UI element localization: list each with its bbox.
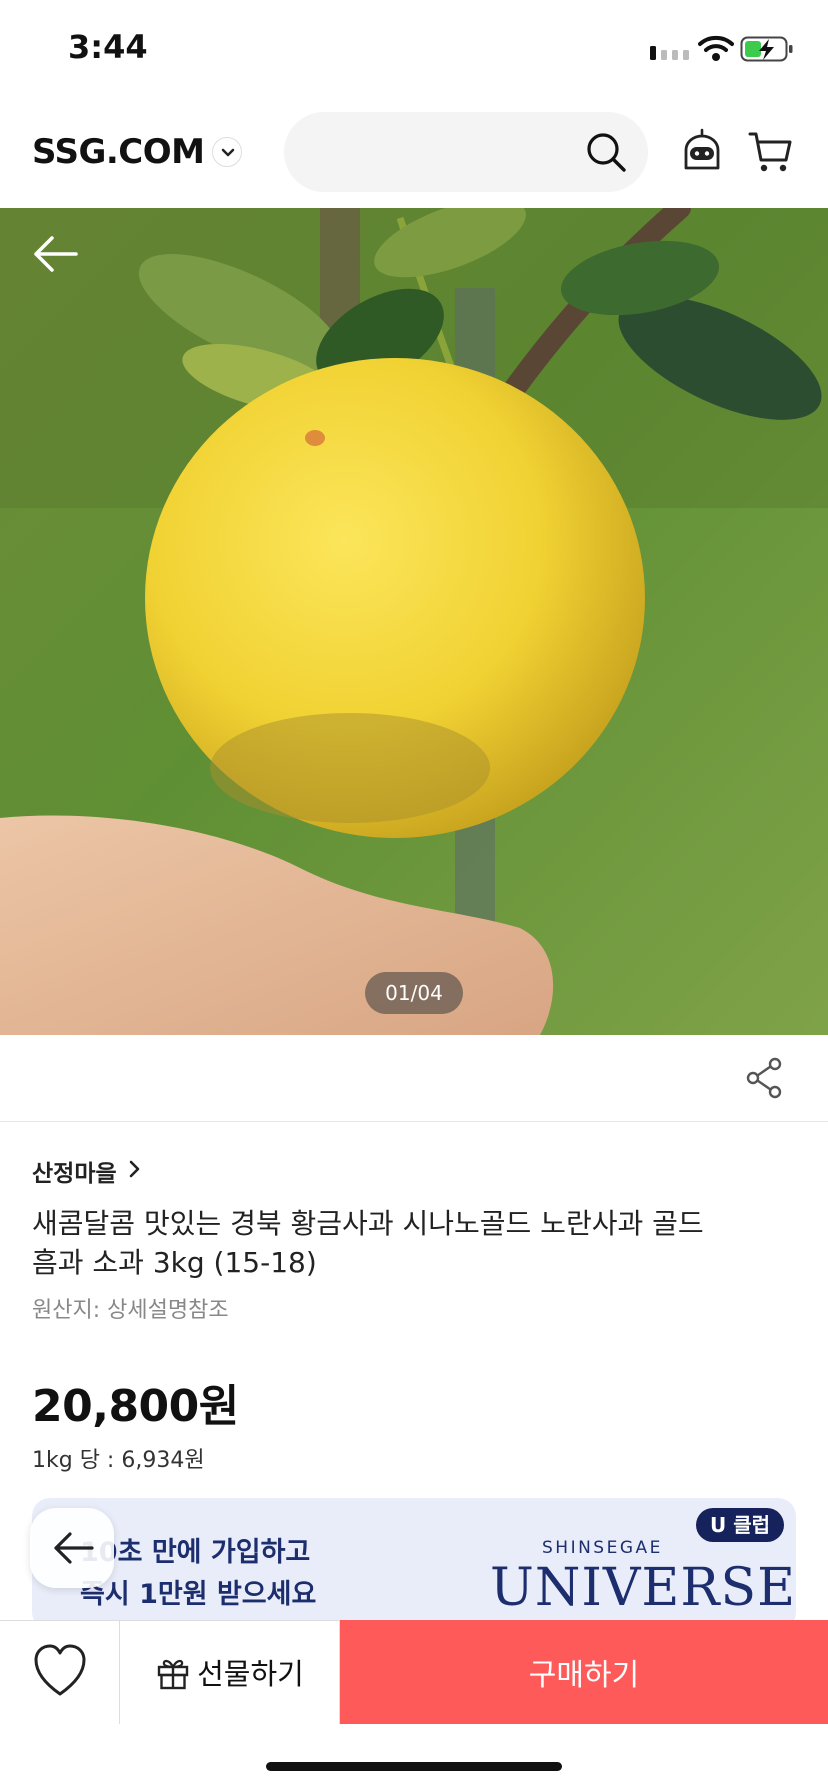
banner-line-2: 즉시 1만원 받으세요 <box>80 1579 317 1610</box>
cellular-signal-icon <box>650 46 689 60</box>
heart-icon <box>34 1644 86 1696</box>
product-title: 새콤달콤 맛있는 경북 황금사과 시나노골드 노란사과 골드 흠과 소과 3kg… <box>32 1207 704 1279</box>
share-icon[interactable] <box>744 1056 784 1100</box>
back-arrow-icon[interactable] <box>32 232 80 276</box>
product-origin: 원산지: 상세설명참조 <box>32 1298 229 1323</box>
buy-button[interactable]: 구매하기 <box>340 1620 828 1724</box>
gift-icon <box>157 1659 189 1690</box>
status-time: 3:44 <box>68 28 148 66</box>
brand-link[interactable]: 산정마을 <box>32 1154 117 1188</box>
battery-charging-icon <box>740 36 793 62</box>
gift-button[interactable]: 선물하기 <box>120 1620 340 1724</box>
uclub-badge: U 클럽 <box>696 1508 785 1542</box>
wifi-icon <box>698 35 734 61</box>
logo-chevron-down-icon[interactable] <box>212 137 242 167</box>
section-divider <box>0 1121 828 1122</box>
image-counter: 01/04 <box>365 972 463 1014</box>
wishlist-button[interactable] <box>0 1620 120 1724</box>
floating-back-button[interactable] <box>30 1508 114 1588</box>
home-indicator[interactable] <box>266 1762 562 1771</box>
chatbot-icon[interactable] <box>680 128 724 174</box>
banner-line-1: 10초 만에 가입하고 <box>80 1537 311 1568</box>
chevron-right-icon[interactable] <box>128 1158 142 1180</box>
banner-brand-main: UNIVERSE <box>490 1558 797 1618</box>
search-icon[interactable] <box>584 130 628 174</box>
ssg-logo[interactable]: SSG.COM <box>32 132 205 172</box>
banner-brand-sub: SHINSEGAE <box>542 1538 663 1558</box>
product-price: 20,800원 <box>32 1381 239 1432</box>
product-image[interactable] <box>0 208 828 1035</box>
unit-price: 1kg 당 : 6,934원 <box>32 1448 205 1473</box>
gift-label: 선물하기 <box>197 1657 304 1691</box>
cart-icon[interactable] <box>748 130 794 174</box>
